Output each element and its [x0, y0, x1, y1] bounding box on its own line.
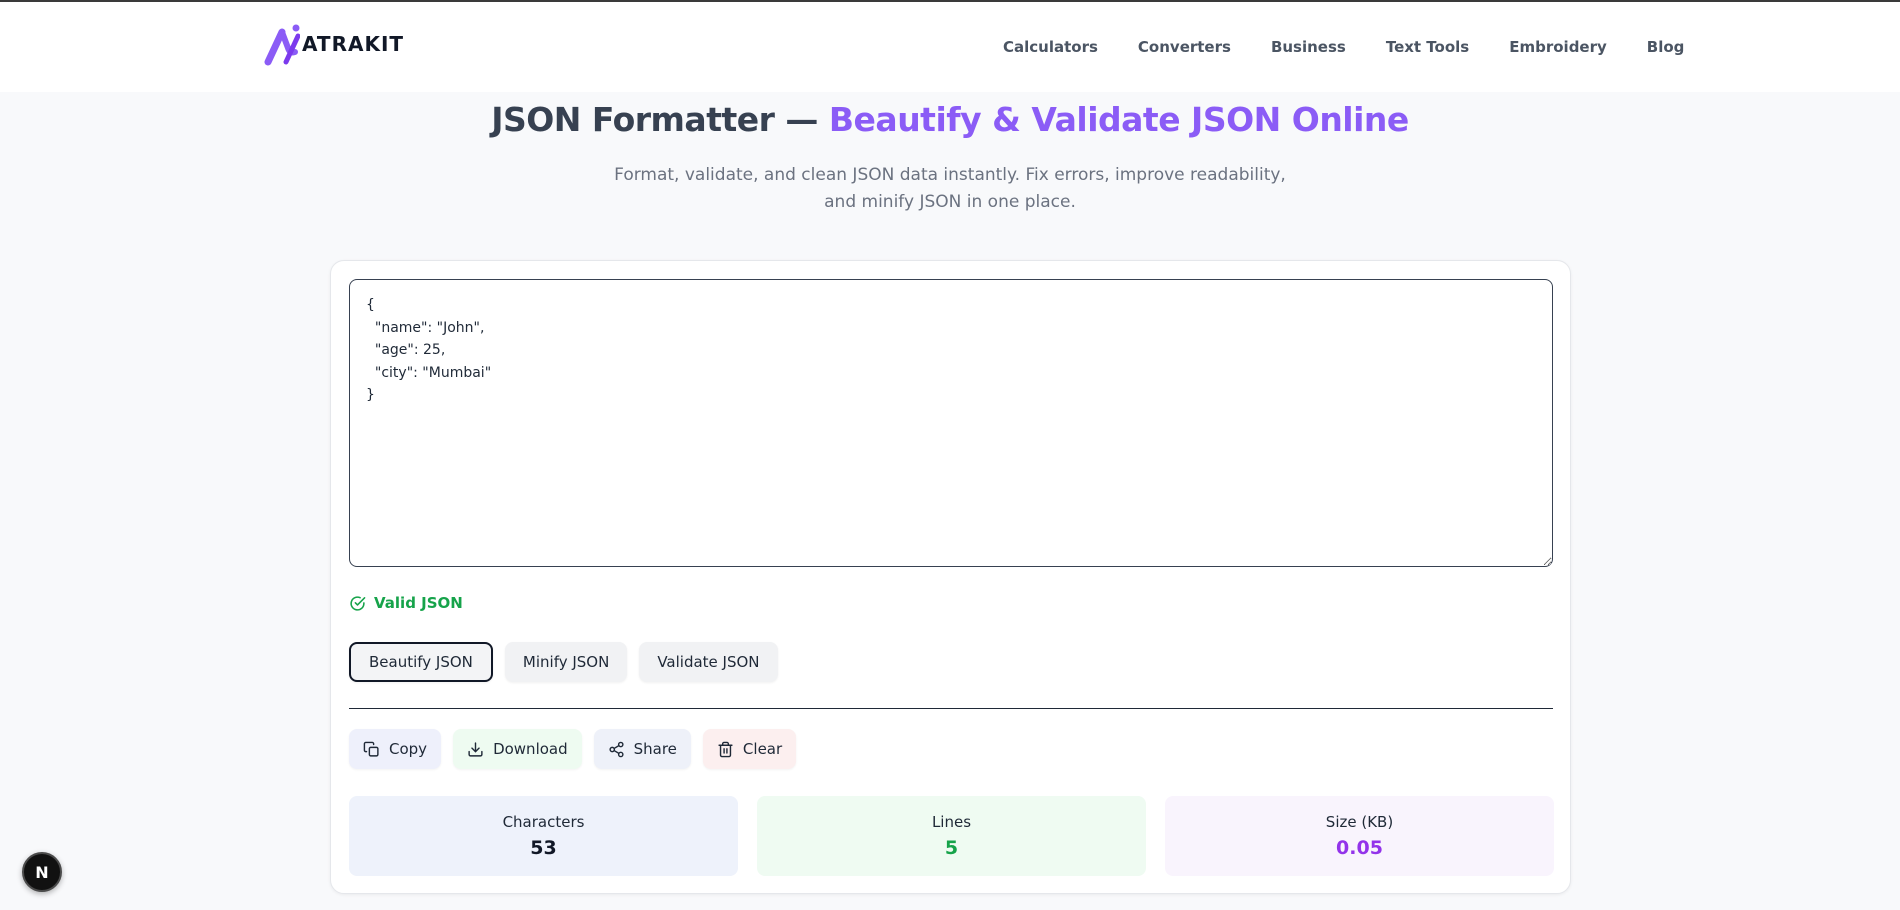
- nav-embroidery[interactable]: Embroidery: [1509, 38, 1607, 56]
- validate-button[interactable]: Validate JSON: [639, 642, 778, 682]
- logo-text: ATRAKIT: [302, 32, 405, 56]
- stat-size-label: Size (KB): [1325, 813, 1394, 831]
- logo[interactable]: ATRAKIT: [262, 22, 404, 66]
- json-input[interactable]: { "name": "John", "age": 25, "city": "Mu…: [349, 279, 1553, 567]
- output-tools: Copy Download Share Clear: [349, 729, 797, 769]
- share-icon: [609, 741, 624, 757]
- stat-lines-label: Lines: [931, 813, 972, 831]
- nextjs-dev-indicator-button[interactable]: N: [22, 852, 62, 892]
- stat-size-value: 0.05: [1336, 837, 1383, 859]
- minify-button[interactable]: Minify JSON: [504, 642, 628, 682]
- divider: [349, 708, 1553, 709]
- nav-text-tools[interactable]: Text Tools: [1386, 38, 1469, 56]
- stats-row: Characters 53 Lines 5 Size (KB) 0.05: [349, 796, 1554, 876]
- nav-business[interactable]: Business: [1271, 38, 1346, 56]
- stat-lines-value: 5: [944, 837, 959, 859]
- subtitle-line-1: Format, validate, and clean JSON data in…: [614, 165, 1286, 185]
- beautify-button[interactable]: Beautify JSON: [349, 642, 493, 682]
- validation-status: Valid JSON: [349, 594, 463, 612]
- page-title-accent: Beautify & Validate JSON Online: [828, 100, 1409, 139]
- clear-label: Clear: [742, 740, 783, 758]
- share-label: Share: [633, 740, 677, 758]
- trash-icon: [718, 741, 733, 757]
- main-nav: Calculators Converters Business Text Too…: [1003, 38, 1684, 56]
- validation-status-text: Valid JSON: [374, 594, 463, 612]
- format-actions: Beautify JSON Minify JSON Validate JSON: [349, 642, 778, 682]
- stat-characters-label: Characters: [502, 813, 585, 831]
- nav-calculators[interactable]: Calculators: [1003, 38, 1098, 56]
- copy-icon: [363, 741, 379, 757]
- check-circle-icon: [350, 595, 366, 611]
- stat-lines: Lines 5: [757, 796, 1146, 876]
- copy-label: Copy: [389, 740, 428, 758]
- nav-converters[interactable]: Converters: [1138, 38, 1231, 56]
- copy-button[interactable]: Copy: [349, 729, 442, 769]
- stat-size: Size (KB) 0.05: [1165, 796, 1554, 876]
- download-label: Download: [493, 740, 568, 758]
- subtitle-line-2: and minify JSON in one place.: [824, 192, 1076, 212]
- site-header: ATRAKIT Calculators Converters Business …: [0, 2, 1900, 92]
- page-title: JSON Formatter — Beautify & Validate JSO…: [0, 100, 1900, 139]
- page-title-main: JSON Formatter —: [491, 100, 829, 139]
- download-icon: [468, 741, 483, 757]
- stat-characters: Characters 53: [349, 796, 738, 876]
- nav-blog[interactable]: Blog: [1647, 38, 1685, 56]
- download-button[interactable]: Download: [453, 729, 582, 769]
- logo-mark-icon: [264, 24, 300, 66]
- page-subtitle: Format, validate, and clean JSON data in…: [600, 162, 1300, 216]
- clear-button[interactable]: Clear: [702, 729, 797, 769]
- formatter-card: { "name": "John", "age": 25, "city": "Mu…: [330, 260, 1571, 894]
- share-button[interactable]: Share: [593, 729, 691, 769]
- stat-characters-value: 53: [530, 837, 557, 859]
